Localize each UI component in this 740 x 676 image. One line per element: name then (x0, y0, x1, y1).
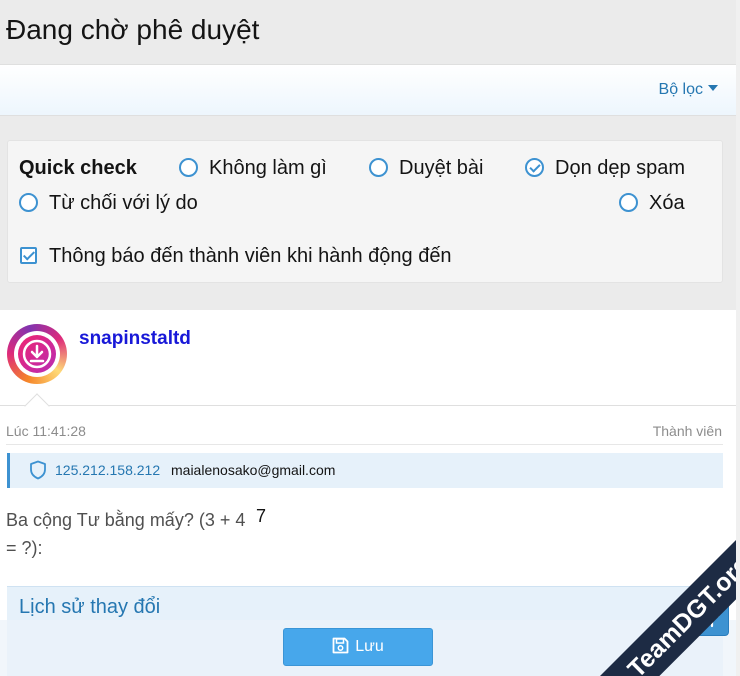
option-label[interactable]: Dọn dẹp spam (555, 157, 685, 180)
radio-icon[interactable] (619, 193, 638, 212)
save-button[interactable]: Lưu (283, 628, 433, 666)
history-title[interactable]: Lịch sử thay đổi (19, 596, 160, 619)
username-link[interactable]: snapinstaltd (79, 328, 191, 350)
option-label[interactable]: Duyệt bài (399, 157, 484, 180)
filter-bar: Bộ lọc (0, 64, 736, 116)
radio-icon[interactable] (179, 158, 198, 177)
user-role: Thành viên (652, 423, 722, 439)
option-label[interactable]: Không làm gì (209, 157, 327, 180)
radio-checked-icon[interactable] (525, 158, 544, 177)
captcha-answer: 7 (256, 506, 267, 526)
user-block (0, 310, 740, 406)
ip-address-link[interactable]: 125.212.158.212 (55, 462, 160, 478)
page-title: Đang chờ phê duyệt (6, 14, 260, 45)
post-time: Lúc 11:41:28 (6, 423, 86, 439)
scrollbar-track[interactable] (736, 0, 740, 676)
radio-icon[interactable] (19, 193, 38, 212)
divider (6, 444, 723, 445)
filter-label: Bộ lọc (658, 81, 703, 98)
quick-check-title: Quick check (19, 157, 137, 179)
option-label[interactable]: Xóa (649, 192, 685, 215)
checkbox-checked-icon[interactable] (20, 247, 37, 264)
shield-icon (30, 460, 46, 480)
avatar[interactable] (7, 324, 67, 384)
user-email: maialenosako@gmail.com (171, 462, 336, 478)
captcha-question: Ba cộng Tư bằng mấy? (3 + 4 = ?): (6, 510, 246, 558)
floppy-disk-icon (332, 637, 349, 654)
download-icon (18, 335, 56, 373)
save-label: Lưu (355, 638, 384, 655)
option-label[interactable]: Từ chối với lý do (49, 192, 198, 215)
ip-info-row: 125.212.158.212 maialenosako@gmail.com (7, 453, 723, 488)
page-header: Đang chờ phê duyệt (0, 0, 736, 64)
radio-icon[interactable] (369, 158, 388, 177)
caret-down-icon (708, 85, 718, 91)
notify-label[interactable]: Thông báo đến thành viên khi hành động đ… (49, 245, 452, 268)
filter-dropdown[interactable]: Bộ lọc (659, 81, 718, 99)
